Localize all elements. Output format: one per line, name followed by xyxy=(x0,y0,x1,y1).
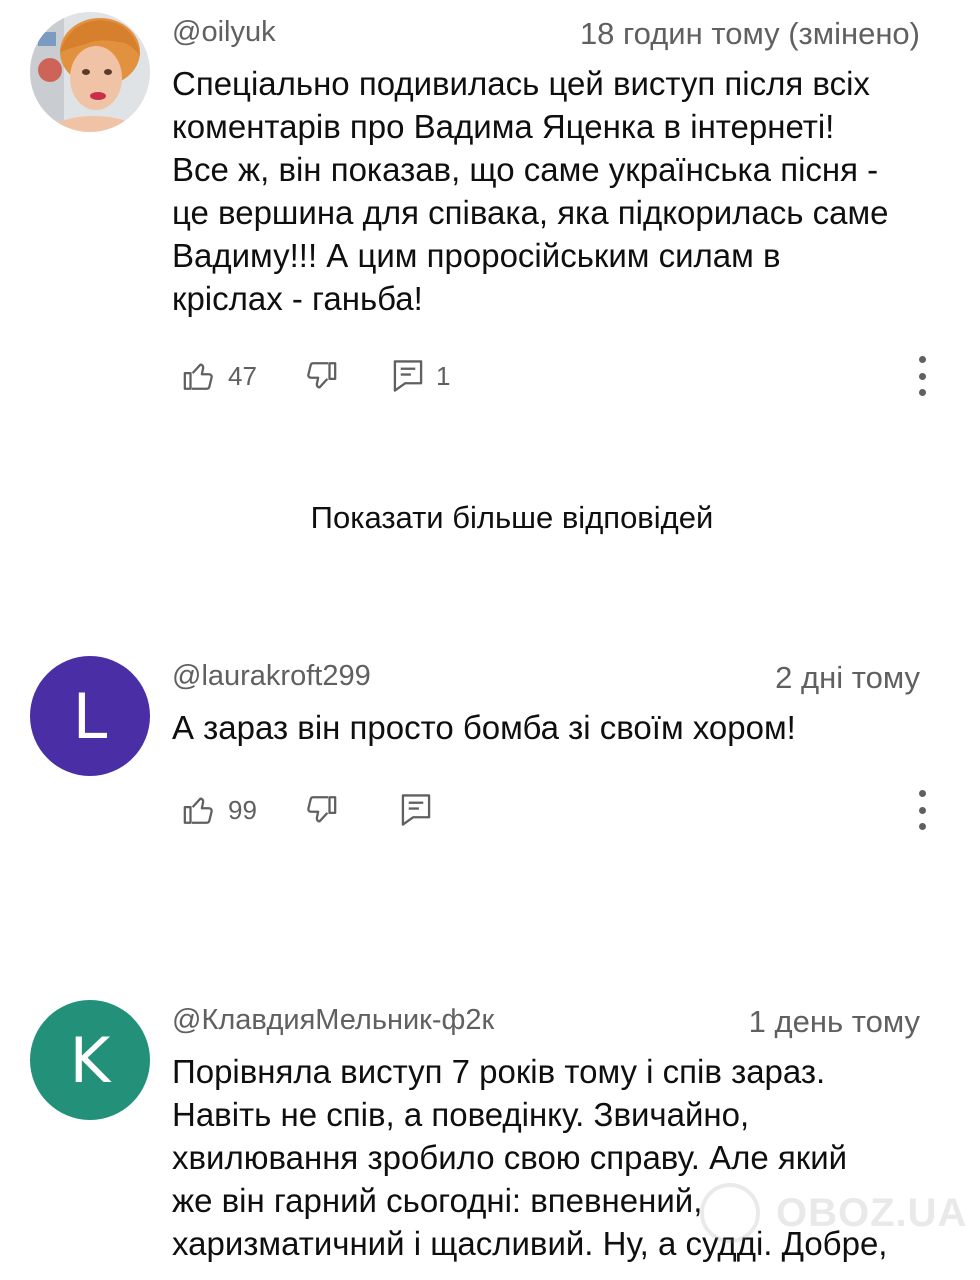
like-button[interactable]: 47 xyxy=(182,354,257,398)
reply-comment-icon xyxy=(401,794,431,826)
reply-comment-icon xyxy=(393,360,423,392)
comment-item: L @laurakroft299 2 дні тому А зараз він … xyxy=(0,656,980,856)
thumb-down-icon xyxy=(307,362,337,389)
comment-text-line: хвилювання зробило свою справу. Але який xyxy=(172,1139,848,1176)
avatar-letter: K xyxy=(69,1023,111,1097)
watermark: OBOZ.UA xyxy=(700,1178,980,1248)
comment-timestamp: 1 день тому xyxy=(748,1004,920,1039)
show-more-replies-button[interactable]: Показати більше відповідей xyxy=(0,500,980,536)
reply-button[interactable] xyxy=(400,788,432,832)
more-vert-icon xyxy=(918,356,926,363)
comment-text-line: це вершина для співака, яка підкорилась … xyxy=(172,194,889,231)
comment-text-line: Все ж, він показав, що саме українська п… xyxy=(172,151,879,188)
comment-text: А зараз він просто бомба зі своїм хором! xyxy=(172,706,932,749)
comment-text-line: А зараз він просто бомба зі своїм хором! xyxy=(172,709,796,746)
comment-text-line: Спеціально подивилась цей виступ після в… xyxy=(172,65,870,102)
comment-text-line: Порівняла виступ 7 років тому і спів зар… xyxy=(172,1053,826,1090)
watermark-logo-icon xyxy=(700,1183,760,1243)
dislike-button[interactable] xyxy=(304,354,338,398)
comment-item: @oilyuk 18 годин тому (змінено) Спеціаль… xyxy=(0,12,980,412)
comment-text-line: коментарів про Вадима Яценка в інтернеті… xyxy=(172,108,835,145)
comment-text-line: Вадиму!!! А цим проросійським силам в xyxy=(172,237,781,274)
comment-text-line: кріслах - ганьба! xyxy=(172,280,423,317)
comment-timestamp: 18 годин тому (змінено) xyxy=(579,16,920,51)
avatar[interactable]: K xyxy=(30,1000,150,1120)
thumb-up-icon xyxy=(183,363,213,390)
thumb-up-icon xyxy=(183,797,213,824)
more-actions-button[interactable] xyxy=(912,354,932,398)
comment-author[interactable]: @laurakroft299 xyxy=(172,660,371,693)
comment-text-line: Навіть не спів, а поведінку. Звичайно, xyxy=(172,1096,750,1133)
more-actions-button[interactable] xyxy=(912,788,932,832)
more-vert-icon xyxy=(918,790,926,797)
comment-actions: 99 xyxy=(172,788,932,832)
like-count: 99 xyxy=(228,794,257,825)
comment-author[interactable]: @КлавдияМельник-ф2к xyxy=(172,1004,494,1037)
avatar[interactable] xyxy=(30,12,150,132)
thumb-down-icon xyxy=(307,796,337,823)
like-count: 47 xyxy=(228,360,257,391)
comment-text: Спеціально подивилась цей виступ після в… xyxy=(172,62,932,320)
avatar-photo xyxy=(30,12,150,132)
comment-timestamp: 2 дні тому xyxy=(775,660,920,695)
dislike-button[interactable] xyxy=(304,788,338,832)
comment-actions: 47 1 xyxy=(172,354,932,398)
watermark-text: OBOZ.UA xyxy=(776,1190,968,1235)
reply-count: 1 xyxy=(436,360,451,391)
like-button[interactable]: 99 xyxy=(182,788,257,832)
comment-author[interactable]: @oilyuk xyxy=(172,16,276,49)
avatar-letter: L xyxy=(72,679,108,753)
reply-button[interactable]: 1 xyxy=(392,354,450,398)
avatar[interactable]: L xyxy=(30,656,150,776)
